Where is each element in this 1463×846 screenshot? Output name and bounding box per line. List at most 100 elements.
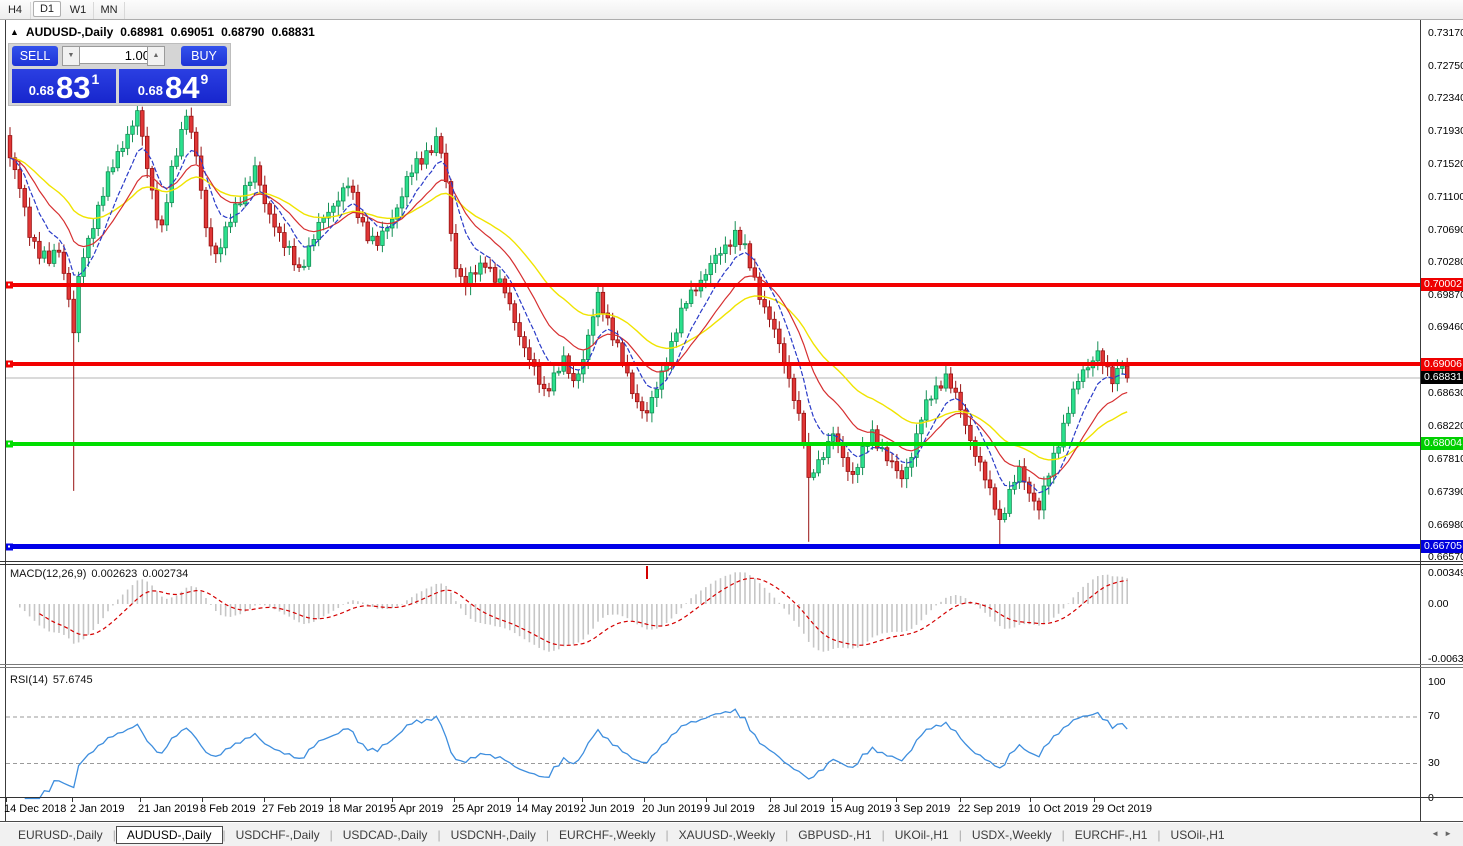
date-label-14-May-2019: 14 May 2019 (516, 803, 580, 815)
resistance-line-0.70002-anchor[interactable] (6, 281, 13, 288)
volume-input[interactable] (79, 46, 155, 64)
bar-close-value: 0.68831 (271, 25, 314, 39)
date-tick-7 (454, 798, 455, 802)
price-tick-0.71520: 0.71520 (1428, 158, 1463, 170)
tab-USDX-Weekly[interactable]: USDX-,Weekly (962, 826, 1062, 844)
date-tick-6 (392, 798, 393, 802)
chart-canvas (0, 0, 1463, 846)
price-tick-0.72340: 0.72340 (1428, 92, 1463, 104)
timeframe-button-D1[interactable]: D1 (33, 1, 61, 17)
one-click-panel-toggle-icon[interactable]: ▲ (10, 27, 19, 37)
date-tick-12 (770, 798, 771, 802)
splitter-main-macd-2 (0, 564, 1463, 565)
date-label-21-Jan-2019: 21 Jan 2019 (138, 803, 199, 815)
splitter-main-macd[interactable] (0, 561, 1463, 562)
sell-price-box[interactable]: 0.68 83 1 (12, 69, 116, 103)
rsi-bottom-border (0, 797, 1463, 798)
date-label-25-Apr-2019: 25 Apr 2019 (452, 803, 511, 815)
chart-bottom-border (0, 821, 1463, 822)
date-tick-3 (202, 798, 203, 802)
macd-name: MACD(12,26,9) (10, 568, 86, 580)
chart-left-border (5, 20, 6, 821)
date-label-5-Apr-2019: 5 Apr 2019 (390, 803, 443, 815)
resistance-1-price-badge: 0.70002 (1421, 278, 1463, 291)
chart-tab-bar: EURUSD-,Daily|AUDUSD-,Daily|USDCHF-,Dail… (0, 823, 1463, 846)
buy-price-prefix: 0.68 (138, 83, 163, 98)
price-tick-0.70690: 0.70690 (1428, 224, 1463, 236)
tab-AUDUSD-Daily[interactable]: AUDUSD-,Daily (116, 826, 223, 844)
macd-main-value: 0.002623 (91, 568, 137, 580)
support-line-0.68004-anchor[interactable] (6, 440, 13, 447)
chart-header: ▲ AUDUSD-,Daily 0.68981 0.69051 0.68790 … (10, 25, 315, 39)
bar-high-value: 0.69051 (171, 25, 214, 39)
tab-XAUUSD-Weekly[interactable]: XAUUSD-,Weekly (669, 826, 785, 844)
price-tick-0.71100: 0.71100 (1428, 191, 1463, 203)
tab-UKOil-H1[interactable]: UKOil-,H1 (885, 826, 959, 844)
resistance-line-0.69006[interactable] (6, 362, 1420, 366)
date-tick-16 (1030, 798, 1031, 802)
timeframe-button-W1[interactable]: W1 (63, 2, 94, 19)
date-tick-8 (518, 798, 519, 802)
tab-EURCHF-Weekly[interactable]: EURCHF-,Weekly (549, 826, 665, 844)
date-tick-9 (582, 798, 583, 802)
volume-decrease-button[interactable]: ▼ (62, 46, 80, 66)
rsi-line (25, 709, 1128, 798)
support-line-0.66705[interactable] (6, 544, 1420, 549)
tab-USDCAD-Daily[interactable]: USDCAD-,Daily (333, 826, 438, 844)
rsi-axis-70: 70 (1428, 710, 1440, 722)
splitter-macd-rsi[interactable] (0, 664, 1463, 665)
timeframe-button-MN[interactable]: MN (94, 2, 125, 19)
splitter-macd-rsi-2 (0, 667, 1463, 668)
date-tick-4 (264, 798, 265, 802)
tab-EURCHF-H1[interactable]: EURCHF-,H1 (1065, 826, 1158, 844)
one-click-trade-panel: SELL ▼ ▲ BUY 0.68 83 1 0.68 84 9 (8, 43, 231, 106)
tab-USOil-H1[interactable]: USOil-,H1 (1161, 826, 1235, 844)
rsi-value: 57.6745 (53, 674, 93, 686)
price-tick-0.69460: 0.69460 (1428, 321, 1463, 333)
candlestick-series (8, 102, 1129, 547)
tab-EURUSD-Daily[interactable]: EURUSD-,Daily (8, 826, 113, 844)
buy-price-sup: 9 (201, 71, 209, 87)
sell-price-prefix: 0.68 (29, 83, 54, 98)
date-label-15-Aug-2019: 15 Aug 2019 (830, 803, 892, 815)
date-label-20-Jun-2019: 20 Jun 2019 (642, 803, 703, 815)
date-tick-0 (6, 798, 7, 802)
sell-button[interactable]: SELL (12, 46, 58, 66)
date-tick-11 (706, 798, 707, 802)
timeframe-toolbar: H4D1W1MN (0, 0, 1463, 20)
buy-price-box[interactable]: 0.68 84 9 (119, 69, 227, 103)
support-line-0.66705-anchor[interactable] (6, 543, 13, 550)
macd-axis-0.00: 0.00 (1428, 598, 1448, 610)
tab-GBPUSD-H1[interactable]: GBPUSD-,H1 (788, 826, 881, 844)
sell-price-big: 83 (56, 72, 90, 103)
buy-price-big: 84 (165, 72, 199, 103)
date-tick-14 (896, 798, 897, 802)
tab-scroll-arrows: ◄► (1431, 829, 1457, 838)
timeframe-button-H4[interactable]: H4 (0, 2, 31, 19)
date-label-10-Oct-2019: 10 Oct 2019 (1028, 803, 1088, 815)
macd-axis-0.00349: 0.00349 (1428, 567, 1463, 579)
tab-scroll-right-icon[interactable]: ► (1444, 829, 1457, 838)
bar-open-value: 0.68981 (120, 25, 163, 39)
resistance-line-0.70002[interactable] (6, 283, 1420, 287)
date-label-22-Sep-2019: 22 Sep 2019 (958, 803, 1020, 815)
bar-low-value: 0.68790 (221, 25, 264, 39)
resistance-line-0.69006-anchor[interactable] (6, 361, 13, 368)
price-tick-0.68630: 0.68630 (1428, 387, 1463, 399)
tab-USDCNH-Daily[interactable]: USDCNH-,Daily (441, 826, 546, 844)
date-label-18-Mar-2019: 18 Mar 2019 (328, 803, 390, 815)
tab-USDCHF-Daily[interactable]: USDCHF-,Daily (226, 826, 330, 844)
buy-button[interactable]: BUY (181, 46, 227, 66)
rsi-label: RSI(14) 57.6745 (10, 674, 98, 686)
rsi-name: RSI(14) (10, 674, 48, 686)
price-tick-0.68220: 0.68220 (1428, 420, 1463, 432)
support-line-0.68004[interactable] (6, 442, 1420, 446)
price-tick-0.71930: 0.71930 (1428, 125, 1463, 137)
tab-scroll-left-icon[interactable]: ◄ (1431, 829, 1444, 838)
volume-increase-button[interactable]: ▲ (147, 46, 165, 66)
date-tick-10 (644, 798, 645, 802)
date-label-8-Feb-2019: 8 Feb 2019 (200, 803, 256, 815)
price-tick-0.72750: 0.72750 (1428, 60, 1463, 72)
chart-symbol-label: AUDUSD-,Daily (26, 25, 113, 39)
ma-mid-red-line (10, 158, 1127, 479)
